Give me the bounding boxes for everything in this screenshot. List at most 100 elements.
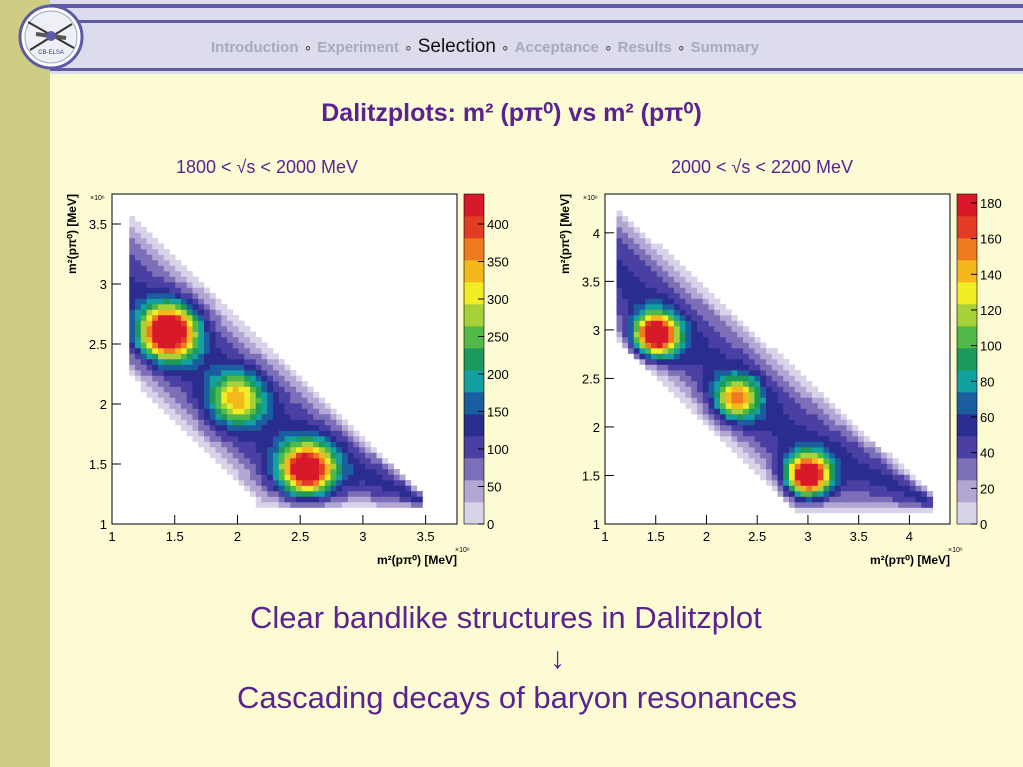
heatmap-bin bbox=[771, 408, 778, 415]
heatmap-bin bbox=[616, 276, 623, 283]
heatmap-bin bbox=[863, 447, 870, 453]
heatmap-bin bbox=[674, 282, 681, 288]
heatmap-bin bbox=[227, 386, 234, 393]
heatmap-bin bbox=[651, 342, 658, 349]
heatmap-bin bbox=[278, 469, 285, 475]
heatmap-bin bbox=[290, 496, 297, 503]
heatmap-bin bbox=[812, 458, 819, 464]
heatmap-bin bbox=[725, 403, 732, 409]
heatmap-bin bbox=[748, 342, 755, 349]
heatmap-bin bbox=[639, 337, 646, 343]
heatmap-bin bbox=[622, 271, 629, 277]
heatmap-bin bbox=[731, 403, 738, 409]
heatmap-bin bbox=[829, 463, 836, 470]
heatmap-bin bbox=[656, 320, 663, 327]
nav-item-acceptance[interactable]: Acceptance bbox=[515, 39, 599, 56]
heatmap-bin bbox=[307, 480, 314, 486]
heatmap-bin bbox=[674, 320, 681, 327]
heatmap-bin bbox=[835, 441, 842, 448]
heatmap-bin bbox=[290, 436, 297, 442]
colorbar-segment bbox=[464, 458, 484, 481]
heatmap-bin bbox=[296, 502, 303, 508]
heatmap-bin bbox=[800, 414, 807, 420]
heatmap-bin bbox=[863, 463, 870, 470]
heatmap-bin bbox=[639, 309, 646, 316]
heatmap-bin bbox=[146, 271, 153, 277]
nav-item-introduction[interactable]: Introduction bbox=[211, 39, 298, 56]
heatmap-bin bbox=[846, 502, 853, 508]
heatmap-bin bbox=[204, 331, 211, 338]
heatmap-bin bbox=[204, 309, 211, 316]
heatmap-bin bbox=[823, 430, 830, 437]
heatmap-bin bbox=[204, 436, 211, 442]
heatmap-bin bbox=[823, 397, 830, 404]
heatmap-bin bbox=[129, 359, 136, 365]
heatmap-bin bbox=[835, 419, 842, 426]
heatmap-bin bbox=[186, 287, 193, 294]
heatmap-bin bbox=[163, 386, 170, 393]
heatmap-bin bbox=[186, 353, 193, 360]
heatmap-bin bbox=[760, 441, 767, 448]
heatmap-bin bbox=[365, 441, 372, 448]
heatmap-bin bbox=[656, 249, 663, 255]
heatmap-bin bbox=[743, 403, 750, 409]
heatmap-bin bbox=[743, 353, 750, 360]
heatmap-bin bbox=[370, 447, 377, 453]
heatmap-bin bbox=[324, 474, 331, 481]
heatmap-bin bbox=[353, 474, 360, 481]
nav-item-experiment[interactable]: Experiment bbox=[317, 39, 399, 56]
heatmap-bin bbox=[186, 304, 193, 310]
heatmap-bin bbox=[313, 485, 320, 492]
heatmap-bin bbox=[221, 381, 228, 387]
heatmap-bin bbox=[227, 447, 234, 453]
heatmap-bin bbox=[140, 381, 147, 387]
heatmap-bin bbox=[267, 452, 274, 459]
heatmap-bin bbox=[284, 480, 291, 486]
heatmap-bin bbox=[754, 337, 761, 343]
heatmap-bin bbox=[204, 337, 211, 343]
heatmap-bin bbox=[221, 353, 228, 360]
heatmap-bin bbox=[238, 320, 245, 327]
heatmap-bin bbox=[198, 414, 205, 420]
heatmap-bin bbox=[812, 441, 819, 448]
heatmap-bin bbox=[766, 414, 773, 420]
heatmap-bin bbox=[307, 419, 314, 426]
heatmap-bin bbox=[330, 425, 337, 431]
nav-item-selection[interactable]: Selection bbox=[418, 36, 496, 57]
nav-item-summary[interactable]: Summary bbox=[691, 39, 759, 56]
heatmap-bin bbox=[881, 507, 888, 514]
heatmap-bin bbox=[668, 287, 675, 294]
heatmap-bin bbox=[181, 271, 188, 277]
heatmap-bin bbox=[702, 331, 709, 338]
heatmap-bin bbox=[766, 348, 773, 354]
heatmap-bin bbox=[869, 447, 876, 453]
heatmap-bin bbox=[192, 304, 199, 310]
heatmap-bin bbox=[376, 491, 383, 497]
heatmap-bin bbox=[140, 276, 147, 283]
heatmap-bin bbox=[135, 260, 142, 266]
heatmap-bin bbox=[679, 298, 686, 305]
heatmap-bin bbox=[685, 282, 692, 288]
heatmap-bin bbox=[255, 414, 262, 420]
heatmap-bin bbox=[158, 315, 165, 321]
heatmap-bin bbox=[158, 353, 165, 360]
heatmap-bin bbox=[301, 491, 308, 497]
heatmap-bin bbox=[737, 447, 744, 453]
heatmap-bin bbox=[244, 463, 251, 470]
heatmap-bin bbox=[290, 392, 297, 398]
heatmap-bin bbox=[898, 507, 905, 514]
heatmap-bin bbox=[152, 238, 159, 244]
nav-item-results[interactable]: Results bbox=[618, 39, 672, 56]
heatmap-bin bbox=[221, 304, 228, 310]
heatmap-bin bbox=[342, 474, 349, 481]
heatmap-bin bbox=[267, 359, 274, 365]
header-line-top bbox=[50, 4, 1023, 8]
heatmap-bin bbox=[273, 392, 280, 398]
heatmap-bin bbox=[227, 342, 234, 349]
heatmap-bin bbox=[186, 282, 193, 288]
heatmap-bin bbox=[273, 397, 280, 404]
heatmap-bin bbox=[662, 326, 669, 332]
heatmap-bin bbox=[714, 408, 721, 415]
heatmap-bin bbox=[668, 282, 675, 288]
heatmap-bin bbox=[382, 458, 389, 464]
